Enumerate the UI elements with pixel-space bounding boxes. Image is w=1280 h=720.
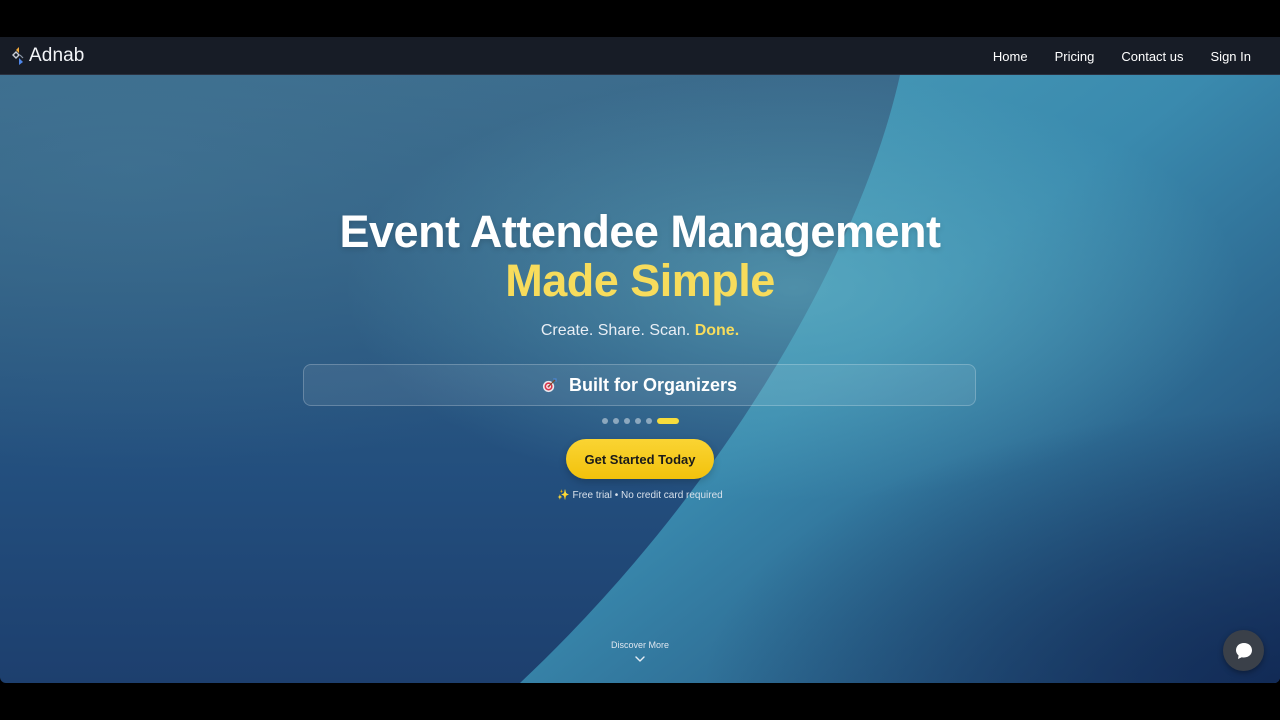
tagline-accent: Done. <box>694 322 740 339</box>
chat-bubble-icon <box>1235 642 1252 659</box>
get-started-button[interactable]: Get Started Today <box>566 439 714 479</box>
tagline-main: Create. Share. Scan. <box>540 322 691 339</box>
brand-name: Adnab <box>29 45 85 66</box>
chevron-down-icon <box>635 656 645 662</box>
discover-more-link[interactable]: Discover More <box>590 640 690 672</box>
feature-carousel-slide: Built for Organizers <box>303 364 976 406</box>
nav-sign-in-link[interactable]: Sign In <box>1211 49 1251 64</box>
carousel-indicators <box>0 418 1280 424</box>
browser-viewport: Adnab Home Pricing Contact us Sign In Ev… <box>0 37 1280 683</box>
brand[interactable]: Adnab <box>10 44 84 68</box>
carousel-dot-active[interactable] <box>656 418 679 424</box>
carousel-dot[interactable] <box>612 418 619 424</box>
hero-tagline: Create. Share. Scan. Done. <box>0 322 1280 340</box>
feature-text: Built for Organizers <box>568 374 738 395</box>
chat-widget-button[interactable] <box>1223 630 1264 671</box>
hero-headline-highlight: Made Simple <box>505 255 775 306</box>
carousel-dot[interactable] <box>623 418 630 424</box>
adnab-logo-icon <box>12 47 24 65</box>
carousel-dot[interactable] <box>634 418 641 424</box>
screen-frame: Adnab Home Pricing Contact us Sign In Ev… <box>0 0 1280 720</box>
carousel-dot[interactable] <box>645 418 652 424</box>
top-navbar: Adnab Home Pricing Contact us Sign In <box>0 37 1280 75</box>
hero-section: Event Attendee Management Made Simple Cr… <box>0 75 1280 683</box>
nav-home-link[interactable]: Home <box>993 49 1028 64</box>
hero-headline: Event Attendee Management <box>339 206 941 257</box>
discover-more-label: Discover More <box>610 640 669 650</box>
nav-links: Home Pricing Contact us Sign In <box>993 37 1251 75</box>
target-icon <box>542 377 557 392</box>
carousel-dot[interactable] <box>601 418 608 424</box>
nav-contact-link[interactable]: Contact us <box>1121 49 1183 64</box>
free-trial-note: ✨ Free trial • No credit card required <box>557 490 723 501</box>
nav-pricing-link[interactable]: Pricing <box>1055 49 1095 64</box>
hero-content: Event Attendee Management Made Simple Cr… <box>0 75 1280 683</box>
